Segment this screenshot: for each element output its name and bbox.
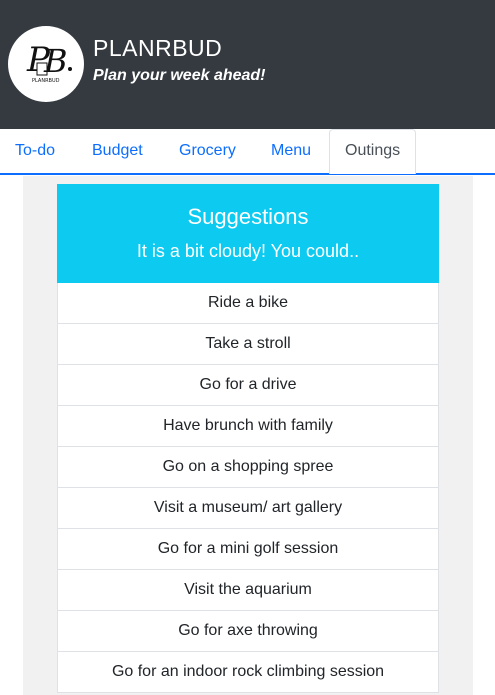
suggestion-item[interactable]: Have brunch with family — [57, 406, 439, 447]
tab-grocery[interactable]: Grocery — [164, 129, 251, 173]
app-title: PLANRBUD — [93, 35, 223, 61]
suggestion-item[interactable]: Take a stroll — [57, 324, 439, 365]
app-tagline: Plan your week ahead! — [93, 67, 266, 84]
suggestion-item[interactable]: Go on a shopping spree — [57, 447, 439, 488]
svg-text:PLANRBUD: PLANRBUD — [32, 78, 60, 84]
tab-budget[interactable]: Budget — [77, 129, 158, 173]
nav-tabs: To-do Budget Grocery Menu Outings — [0, 129, 495, 176]
suggestion-item[interactable]: Visit the aquarium — [57, 570, 439, 611]
suggestions-card: Suggestions It is a bit cloudy! You coul… — [57, 184, 439, 693]
tabs-underline — [0, 173, 495, 175]
tab-outings[interactable]: Outings — [329, 129, 417, 174]
app-header: P B PLANRBUD PLANRBUD Plan your week ahe… — [0, 0, 495, 129]
suggestion-item[interactable]: Go for a mini golf session — [57, 529, 439, 570]
suggestion-item[interactable]: Visit a museum/ art gallery — [57, 488, 439, 529]
suggestion-item[interactable]: Ride a bike — [57, 283, 439, 324]
suggestions-title: Suggestions — [187, 204, 309, 229]
suggestions-header: Suggestions It is a bit cloudy! You coul… — [57, 184, 439, 283]
logo-mark-icon: P B PLANRBUD — [26, 40, 72, 84]
weather-message: It is a bit cloudy! You could.. — [136, 241, 360, 261]
suggestions-list: Ride a bike Take a stroll Go for a drive… — [57, 283, 439, 693]
suggestion-item[interactable]: Go for an indoor rock climbing session — [57, 652, 439, 693]
suggestion-item[interactable]: Go for a drive — [57, 365, 439, 406]
planrbud-logo: P B PLANRBUD — [8, 26, 84, 102]
tab-todo[interactable]: To-do — [0, 129, 70, 173]
tab-menu[interactable]: Menu — [256, 129, 326, 173]
suggestion-item[interactable]: Go for axe throwing — [57, 611, 439, 652]
